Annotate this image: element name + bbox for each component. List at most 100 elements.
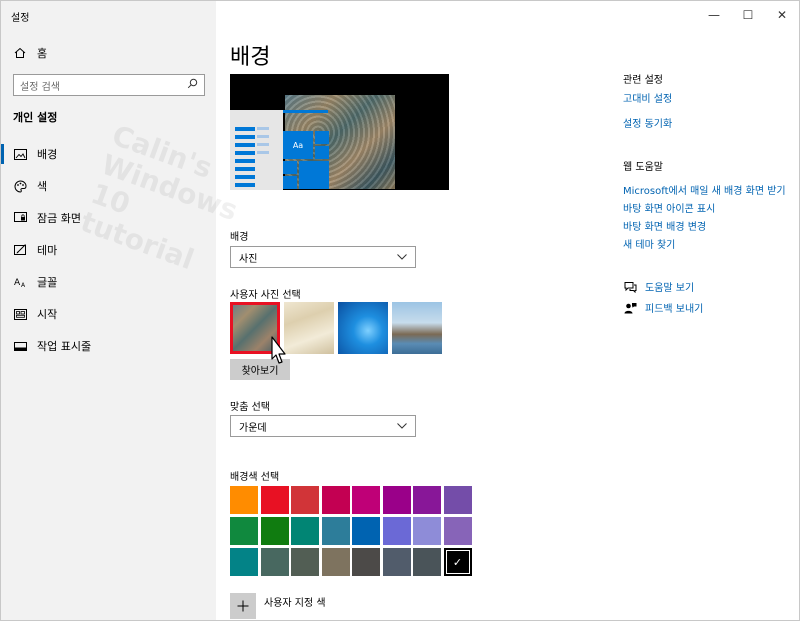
color-swatch[interactable]: [291, 486, 319, 514]
lock-screen-icon: [13, 211, 27, 225]
picture-icon: [13, 147, 27, 161]
link-high-contrast[interactable]: 고대비 설정: [623, 90, 672, 105]
color-swatch[interactable]: [230, 517, 258, 545]
color-swatch[interactable]: [382, 486, 411, 514]
sidebar-item-label: 시작: [37, 308, 58, 321]
color-swatch[interactable]: [352, 548, 380, 576]
color-swatch[interactable]: [382, 517, 411, 545]
fit-value: 가운데: [239, 422, 267, 434]
nav-home-label: 홈: [37, 47, 48, 60]
search-icon: [187, 78, 198, 92]
svg-text:A: A: [14, 278, 21, 288]
sidebar-item-color[interactable]: 색: [13, 176, 47, 196]
fit-select[interactable]: 가운데: [230, 415, 416, 437]
sidebar-item-lock-screen[interactable]: 잠금 화면: [13, 208, 81, 228]
feedback-label: 피드백 보내기: [645, 304, 704, 315]
color-swatch[interactable]: [321, 517, 350, 545]
color-palette: ✓: [230, 486, 475, 580]
taskbar-icon: [13, 339, 27, 353]
color-swatch[interactable]: ✓: [443, 548, 472, 576]
color-swatch[interactable]: [230, 548, 258, 576]
sidebar-item-taskbar[interactable]: 작업 표시줄: [13, 336, 91, 356]
color-swatch[interactable]: [413, 486, 441, 514]
color-swatch[interactable]: [413, 548, 441, 576]
background-type-label: 배경: [230, 232, 249, 243]
chevron-down-icon: [397, 421, 407, 432]
sidebar-item-background[interactable]: 배경: [13, 144, 57, 164]
get-help-label: 도움말 보기: [645, 283, 695, 294]
link-find-themes[interactable]: 새 테마 찾기: [623, 236, 675, 251]
theme-icon: [13, 243, 27, 257]
color-swatch[interactable]: [443, 486, 472, 514]
background-type-value: 사진: [239, 253, 258, 265]
start-icon: [13, 307, 27, 321]
help-chat-icon: [623, 280, 637, 294]
related-settings-heading: 관련 설정: [623, 75, 663, 86]
sidebar: 설정 홈 설정 검색 개인 설정 배경 색 잠금 화면 테마 A A 글꼴 시작…: [1, 1, 242, 620]
custom-color-button[interactable]: [230, 593, 256, 619]
picture-thumbnail[interactable]: [392, 302, 442, 354]
color-swatch[interactable]: [260, 486, 289, 514]
link-sync-settings[interactable]: 설정 동기화: [623, 115, 672, 130]
color-swatch[interactable]: [291, 517, 319, 545]
color-swatch[interactable]: [352, 517, 380, 545]
svg-text:A: A: [21, 282, 26, 288]
minimize-button[interactable]: —: [697, 1, 731, 29]
page-title: 배경: [230, 45, 271, 70]
background-type-select[interactable]: 사진: [230, 246, 416, 268]
link-daily-wallpaper[interactable]: Microsoft에서 매일 새 배경 화면 받기: [623, 182, 786, 197]
color-swatch[interactable]: [352, 486, 380, 514]
browse-button[interactable]: 찾아보기: [230, 359, 290, 380]
caption-buttons: — ☐ ✕: [697, 1, 799, 29]
sidebar-item-start[interactable]: 시작: [13, 304, 57, 324]
color-swatch[interactable]: [321, 486, 350, 514]
link-change-background[interactable]: 바탕 화면 배경 변경: [623, 218, 706, 233]
watermark: Calin's Windows 10 tutorial: [76, 118, 243, 277]
font-icon: AA: [13, 275, 27, 289]
nav-home[interactable]: 홈: [13, 43, 47, 63]
preview-tile-aa: Aa: [283, 131, 313, 159]
chevron-down-icon: [397, 252, 407, 263]
sidebar-item-fonts[interactable]: AA 글꼴: [13, 272, 58, 292]
get-help-link[interactable]: 도움말 보기: [623, 279, 694, 294]
selected-indicator: [1, 144, 4, 164]
color-swatch[interactable]: [230, 486, 258, 514]
custom-color-label: 사용자 지정 색: [264, 598, 326, 609]
picture-thumbnails: [230, 302, 442, 354]
home-icon: [13, 46, 27, 60]
palette-icon: [13, 179, 27, 193]
section-title: 개인 설정: [13, 111, 58, 124]
feedback-icon: [623, 301, 637, 315]
color-swatch[interactable]: [413, 517, 441, 545]
sidebar-item-label: 테마: [37, 244, 58, 257]
sidebar-item-label: 배경: [37, 148, 58, 161]
search-input[interactable]: 설정 검색: [13, 74, 205, 96]
color-picker-label: 배경색 선택: [230, 472, 280, 483]
picture-thumbnail-selected[interactable]: [230, 302, 280, 354]
color-swatch[interactable]: [443, 517, 472, 545]
checkmark-icon: ✓: [452, 555, 463, 569]
sidebar-item-label: 글꼴: [37, 276, 58, 289]
preview-tiles: Aa: [283, 110, 334, 190]
sidebar-item-label: 잠금 화면: [37, 212, 81, 225]
choose-picture-label: 사용자 사진 선택: [230, 290, 301, 301]
color-swatch[interactable]: [291, 548, 319, 576]
picture-thumbnail[interactable]: [338, 302, 388, 354]
feedback-link[interactable]: 피드백 보내기: [623, 300, 703, 315]
settings-window: 설정 홈 설정 검색 개인 설정 배경 색 잠금 화면 테마 A A 글꼴 시작…: [0, 0, 800, 621]
fit-label: 맞춤 선택: [230, 402, 270, 413]
color-swatch[interactable]: [260, 517, 289, 545]
sidebar-item-label: 작업 표시줄: [37, 340, 92, 353]
close-button[interactable]: ✕: [765, 1, 799, 29]
web-help-heading: 웹 도움말: [623, 162, 663, 173]
color-swatch[interactable]: [382, 548, 411, 576]
sidebar-item-label: 색: [37, 180, 48, 193]
search-placeholder: 설정 검색: [20, 81, 60, 93]
maximize-button[interactable]: ☐: [731, 1, 765, 29]
color-swatch[interactable]: [321, 548, 350, 576]
window-title: 설정: [11, 13, 30, 24]
picture-thumbnail[interactable]: [284, 302, 334, 354]
color-swatch[interactable]: [260, 548, 289, 576]
sidebar-item-theme[interactable]: 테마: [13, 240, 57, 260]
link-desktop-icons[interactable]: 바탕 화면 아이콘 표시: [623, 200, 715, 215]
